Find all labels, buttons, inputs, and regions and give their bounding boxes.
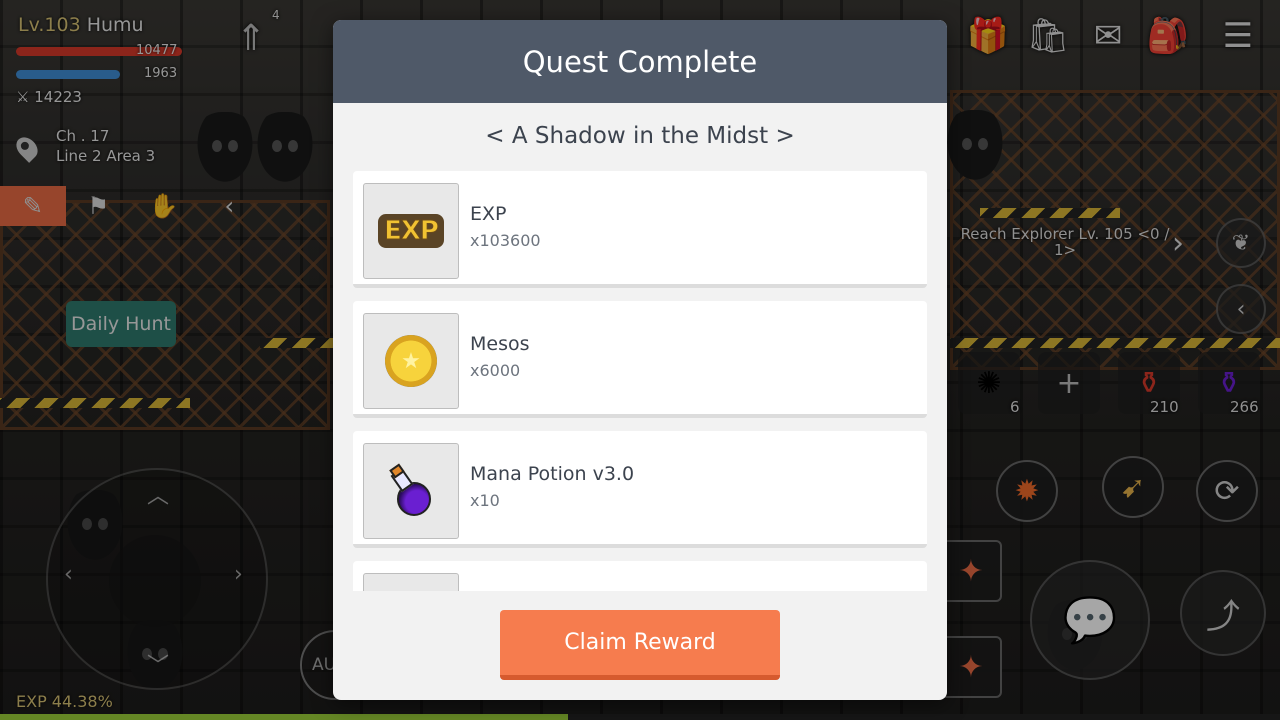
reward-icon-frame: EXP — [363, 183, 459, 279]
item-icon — [363, 573, 459, 591]
reward-quantity: x10 — [470, 491, 500, 510]
exp-icon: EXP — [378, 214, 444, 248]
reward-quantity: x103600 — [470, 231, 541, 250]
reward-list[interactable]: EXP EXP x103600 ★ Mesos x6000 Mana Potio… — [353, 171, 927, 591]
mana-potion-icon — [389, 463, 431, 516]
reward-name: Mana Potion v3.0 — [470, 463, 635, 485]
reward-icon-frame — [363, 443, 459, 539]
reward-item[interactable] — [353, 561, 927, 591]
reward-item[interactable]: EXP EXP x103600 — [353, 171, 927, 288]
quest-complete-dialog: Quest Complete < A Shadow in the Midst >… — [333, 20, 947, 700]
reward-icon-frame: ★ — [363, 313, 459, 409]
quest-name: < A Shadow in the Midst > — [485, 123, 795, 149]
meso-coin-icon: ★ — [385, 335, 437, 387]
reward-quantity: x6000 — [470, 361, 521, 380]
reward-name: EXP — [470, 203, 507, 225]
reward-item[interactable]: Mana Potion v3.0 x10 — [353, 431, 927, 548]
claim-reward-button[interactable]: Claim Reward — [500, 610, 780, 680]
reward-item[interactable]: ★ Mesos x6000 — [353, 301, 927, 418]
dialog-title: Quest Complete — [333, 20, 947, 103]
reward-name: Mesos — [470, 333, 530, 355]
